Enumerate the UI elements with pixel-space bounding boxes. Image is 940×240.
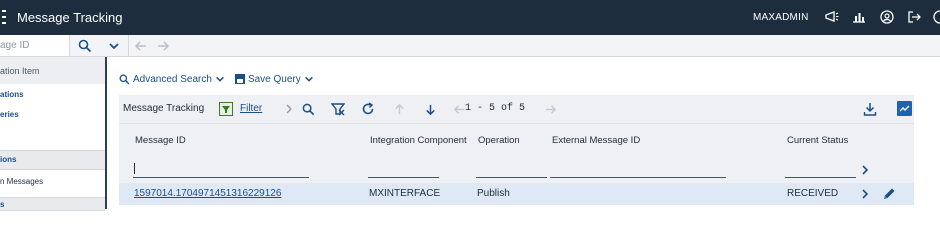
arrow-down-icon[interactable] <box>422 101 438 117</box>
filter-input-current-status[interactable] <box>785 177 856 178</box>
table-settings-button[interactable] <box>897 101 912 116</box>
filter-toggle-icon[interactable] <box>218 101 234 117</box>
table-row[interactable]: 1597014.1704971451316229126 MXINTERFACE … <box>119 183 914 205</box>
column-header-message-id[interactable]: Message ID <box>135 135 186 146</box>
settings-icon <box>899 105 910 112</box>
column-header-integration-component[interactable]: Integration Component <box>370 135 467 146</box>
nav-header[interactable]: ation Item <box>0 57 105 84</box>
search-bar: age ID <box>0 35 940 57</box>
logout-icon[interactable] <box>906 9 922 25</box>
search-button[interactable] <box>70 35 100 56</box>
filter-row <box>119 157 914 183</box>
filter-input-external-message-id[interactable] <box>550 177 726 178</box>
app-header: Message Tracking MAXADMIN <box>0 0 940 35</box>
filter-link[interactable]: Filter <box>240 103 262 114</box>
column-header-operation[interactable]: Operation <box>478 135 520 146</box>
save-icon <box>234 74 245 84</box>
message-id-link[interactable]: 1597014.1704971451316229126 <box>134 188 281 199</box>
edit-icon[interactable] <box>881 186 897 202</box>
menu-icon[interactable] <box>2 10 6 24</box>
nav-item-relations[interactable]: ations <box>0 90 105 104</box>
download-icon[interactable] <box>862 101 878 117</box>
page-range: 1 - 5 of 5 <box>465 103 526 114</box>
search-icon <box>119 74 130 84</box>
announcement-icon[interactable] <box>824 9 840 25</box>
nav-item-queries[interactable]: eries <box>0 110 105 124</box>
search-icon[interactable] <box>300 101 316 117</box>
save-query-label: Save Query <box>247 73 301 85</box>
cell-current-status: RECEIVED <box>787 188 839 199</box>
arrow-up-icon[interactable] <box>391 101 407 117</box>
chevron-down-icon <box>109 42 119 49</box>
chart-icon[interactable] <box>851 9 867 25</box>
arrow-right-icon <box>158 40 170 51</box>
column-header-external-message-id[interactable]: External Message ID <box>552 135 640 146</box>
table-toolbar: Message Tracking Filter 1 - 5 of 5 <box>119 95 914 123</box>
cell-integration-component: MXINTERFACE <box>369 188 441 199</box>
left-nav: ation Item ations eries ions n Messages … <box>0 57 107 211</box>
chevron-right-icon[interactable] <box>860 164 870 176</box>
arrow-left-icon <box>134 40 146 51</box>
next-page-icon[interactable] <box>542 101 558 117</box>
user-profile-icon[interactable] <box>879 9 895 25</box>
filter-input-message-id[interactable] <box>133 177 309 178</box>
filter-input-operation[interactable] <box>476 177 547 178</box>
chevron-down-icon <box>216 76 224 82</box>
column-header-current-status[interactable]: Current Status <box>787 135 848 146</box>
chevron-right-icon[interactable] <box>281 101 297 117</box>
text-cursor <box>134 163 135 174</box>
app-title: Message Tracking <box>17 10 123 25</box>
back-button[interactable] <box>130 35 152 56</box>
search-input[interactable]: age ID <box>0 35 70 56</box>
table-title: Message Tracking <box>123 103 205 114</box>
row-details-chevron-icon[interactable] <box>860 188 870 200</box>
nav-item-messages[interactable]: n Messages <box>0 177 105 191</box>
nav-section-more: s <box>0 197 105 211</box>
forward-button[interactable] <box>152 35 174 56</box>
nav-section-actions: ions <box>0 150 105 170</box>
chevron-down-icon <box>304 76 313 82</box>
query-toolbar: Advanced Search Save Query <box>119 71 324 87</box>
user-name[interactable]: MAXADMIN <box>753 12 809 23</box>
cell-operation: Publish <box>477 188 510 199</box>
advanced-search-button[interactable]: Advanced Search <box>119 74 225 85</box>
help-icon[interactable] <box>932 9 940 25</box>
advanced-search-label: Advanced Search <box>133 73 212 85</box>
divider <box>128 35 129 56</box>
save-query-button[interactable]: Save Query <box>234 73 314 85</box>
clear-filter-icon[interactable] <box>330 101 346 117</box>
main-content: Advanced Search Save Query Message Track… <box>109 57 940 209</box>
refresh-icon[interactable] <box>360 101 376 117</box>
search-options-button[interactable] <box>100 35 128 56</box>
table-header: Message ID Integration Component Operati… <box>119 123 914 157</box>
search-icon <box>78 39 92 52</box>
filter-input-integration-component[interactable] <box>368 177 439 178</box>
